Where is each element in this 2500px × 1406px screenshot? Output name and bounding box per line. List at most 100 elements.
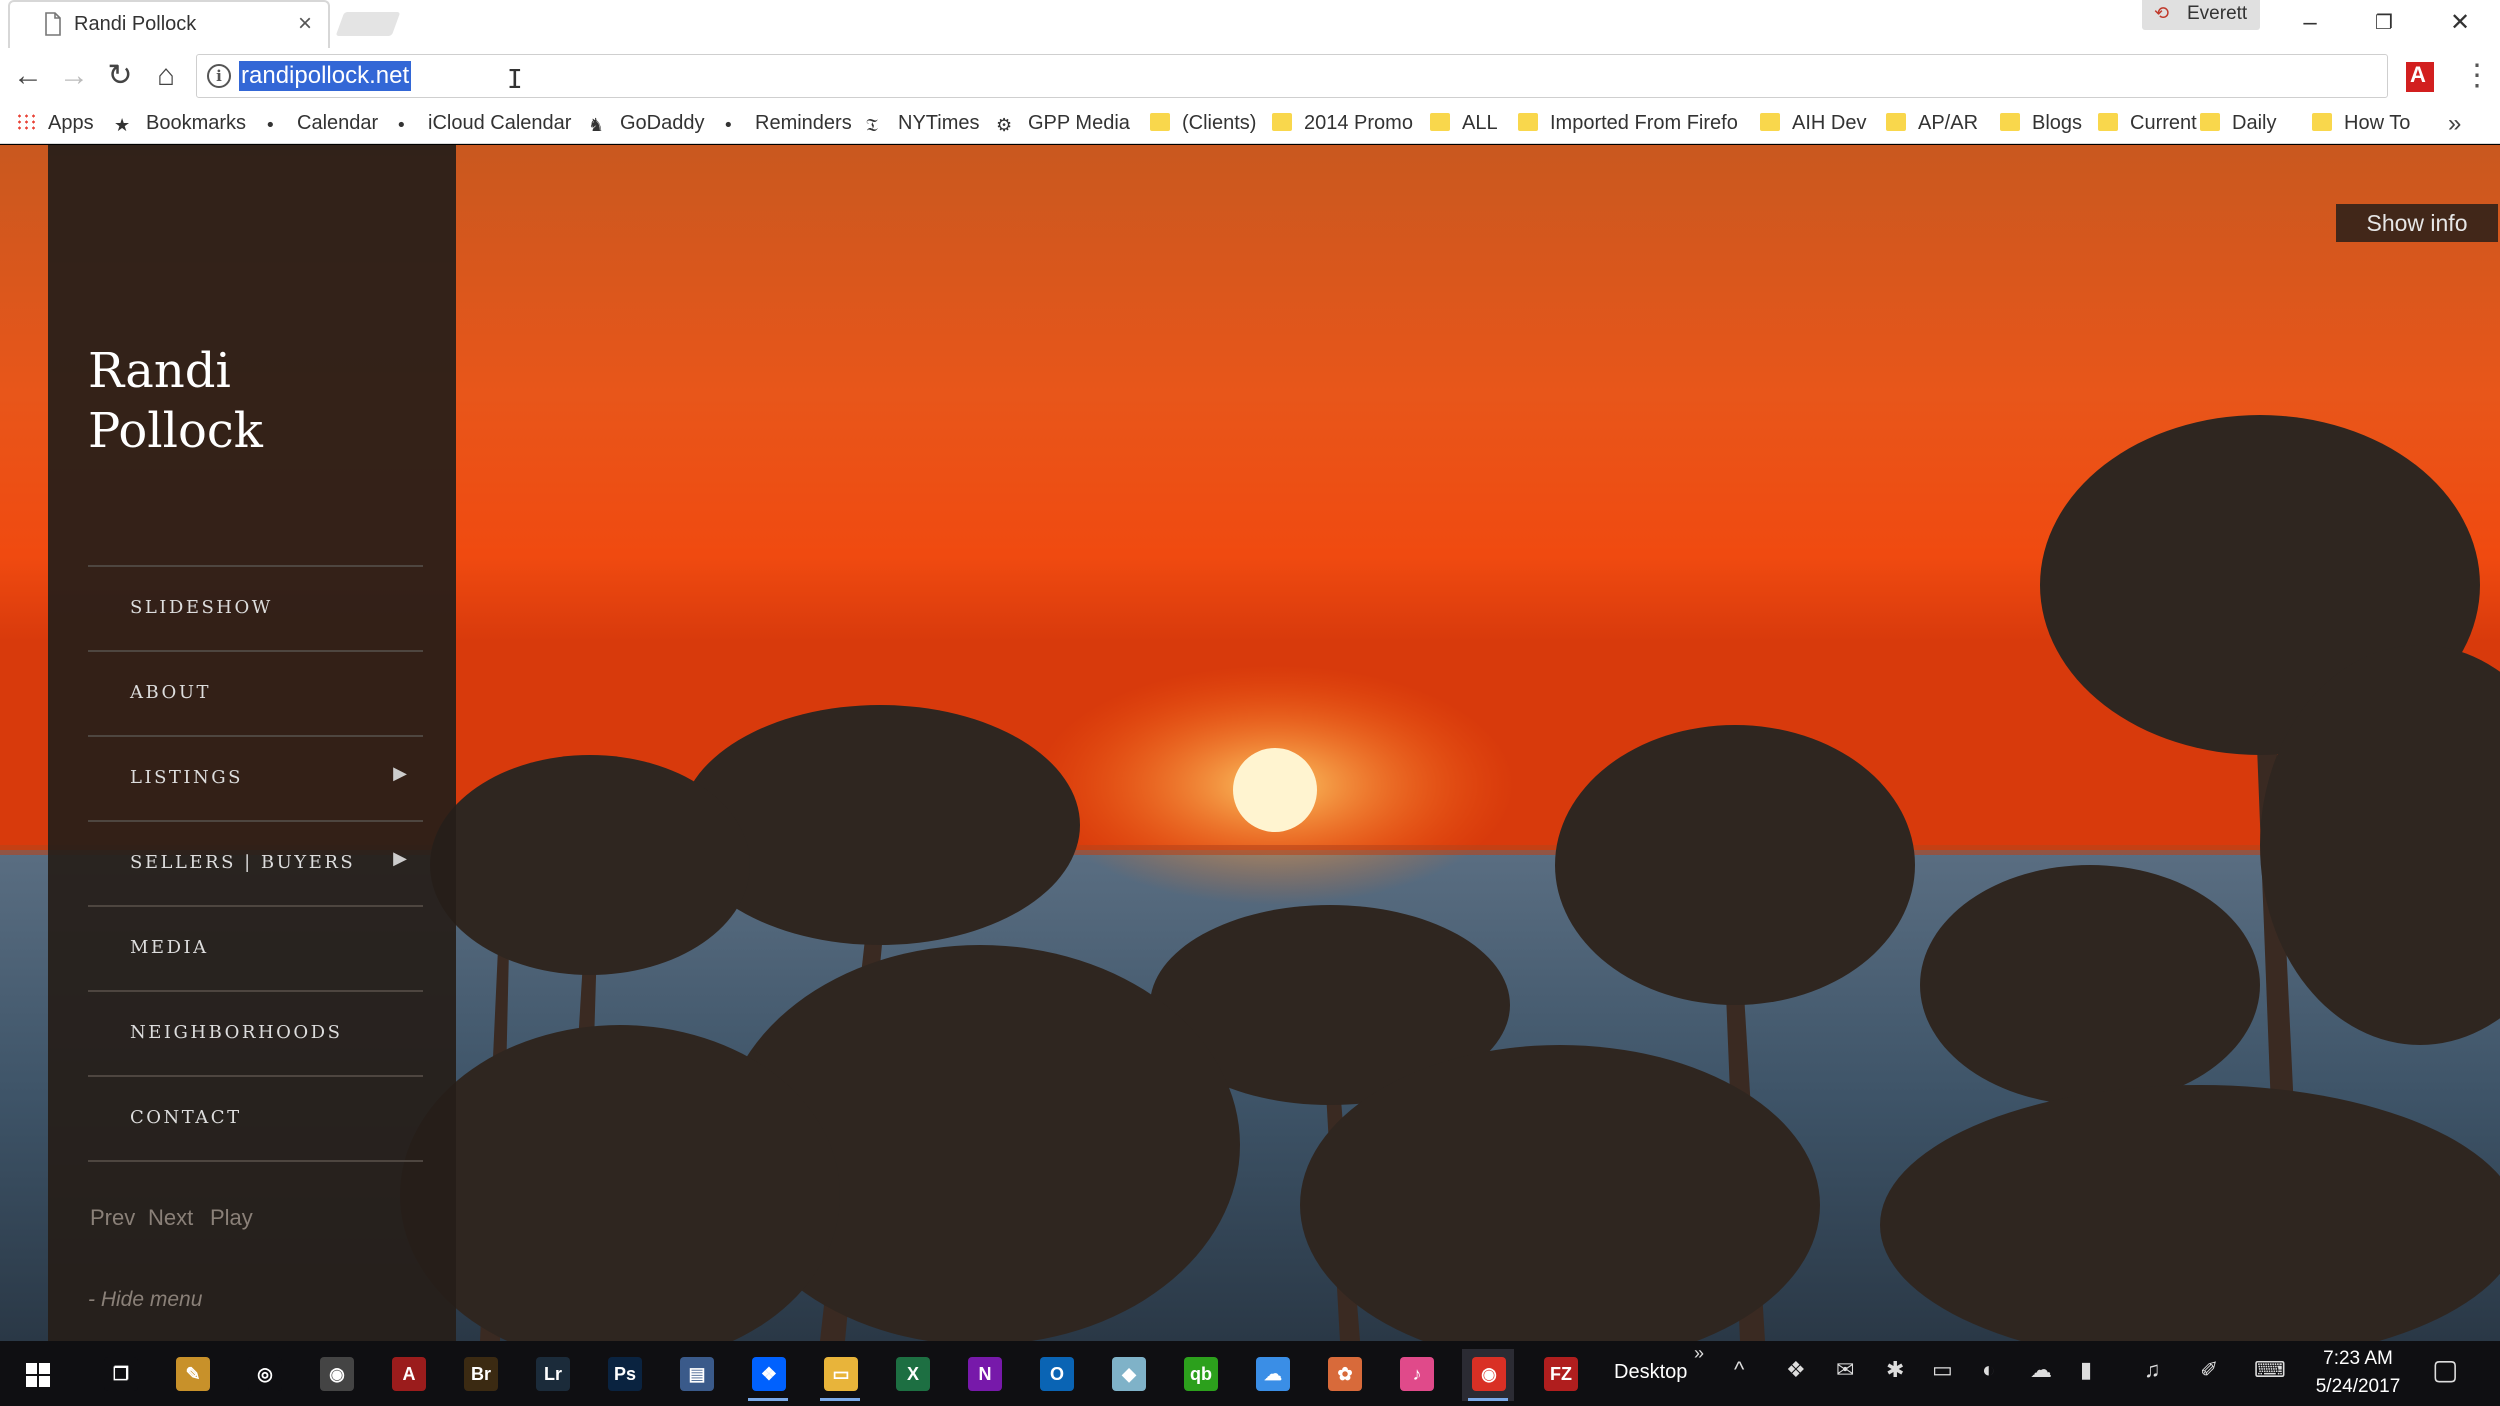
play-button[interactable]: Play [210,1205,253,1231]
taskbar-app-onenote[interactable]: N [958,1349,1010,1401]
bookmark-2[interactable]: • Calendar [265,112,378,140]
taskbar-app-filezilla[interactable]: FZ [1534,1349,1586,1401]
desktop-toolbar-label[interactable]: Desktop [1614,1361,1687,1384]
start-button[interactable] [12,1349,64,1401]
menu-item-slideshow[interactable]: SLIDESHOW [88,567,423,652]
system-clock[interactable]: 7:23 AM 5/24/2017 [2298,1345,2418,1401]
taskbar-app-dropbox[interactable]: ❖ [742,1349,794,1401]
url-text[interactable]: randipollock.net [239,61,412,91]
bookmark-0[interactable]: Apps [16,112,94,140]
bookmarks-overflow-icon[interactable]: » [2448,110,2461,138]
taskbar-app-camera[interactable]: ◉ [310,1349,362,1401]
taskbar-app-photos[interactable]: ✿ [1318,1349,1370,1401]
bookmark-16[interactable]: Daily [2200,112,2276,140]
menu-item-media[interactable]: MEDIA [88,907,423,992]
taskbar-app-acrobat[interactable]: A [382,1349,434,1401]
taskbar-app-outlook[interactable]: O [1030,1349,1082,1401]
bookmark-8[interactable]: (Clients) [1150,112,1256,140]
browser-toolbar: ← → ↻ ⌂ i randipollock.net I ☆ A ⋮ [0,48,2500,106]
bookmark-14[interactable]: Blogs [2000,112,2082,140]
close-window-button[interactable]: ✕ [2432,4,2488,42]
taskbar-app-file-explorer[interactable]: ▭ [814,1349,866,1401]
bookmark-label: Blogs [2032,112,2083,134]
outlook-tray-icon[interactable]: ✉ [1836,1357,1854,1383]
bookmark-label: Bookmarks [146,112,247,134]
taskbar-app-icloud[interactable]: ☁ [1246,1349,1298,1401]
taskbar-app-task-view[interactable]: ❐ [94,1349,146,1401]
taskbar-app-excel[interactable]: X [886,1349,938,1401]
browser-tab[interactable]: Randi Pollock × [8,0,330,48]
back-icon[interactable]: ← [8,56,48,96]
acrobat-extension-icon[interactable]: A [2406,62,2434,92]
menu-item-listings[interactable]: LISTINGS ▶ [88,737,423,822]
acrobat-extension-label: A [2410,62,2426,87]
bookmark-6[interactable]: 𝔗 NYTimes [866,112,979,140]
bookmark-1[interactable]: ★ Bookmarks [114,112,246,140]
show-info-button[interactable]: Show info [2336,204,2498,242]
pen-icon[interactable]: ✐ [2200,1357,2218,1383]
action-center-icon[interactable]: ▢ [2432,1353,2458,1386]
bookmark-11[interactable]: Imported From Firefo [1518,112,1738,140]
bookmark-label: Daily [2232,112,2277,134]
browser-menu-icon[interactable]: ⋮ [2462,58,2492,93]
restore-button[interactable]: ❐ [2356,4,2412,42]
volume-icon[interactable]: ♫ [2144,1357,2161,1383]
menu-item-sellers-buyers[interactable]: SELLERS | BUYERS ▶ [88,822,423,907]
bookmark-5[interactable]: • Reminders [723,112,852,140]
menu-item-contact[interactable]: CONTACT [88,1077,423,1162]
bookmark-7[interactable]: ⚙ GPP Media [996,112,1130,140]
show-hidden-icons-icon[interactable]: ^ [1734,1357,1744,1383]
taskbar-app-notes[interactable]: ◆ [1102,1349,1154,1401]
scanner-icon: ▤ [680,1357,714,1391]
address-bar[interactable]: i randipollock.net I ☆ [196,54,2388,98]
network-icon[interactable]: ▭ [1932,1357,1953,1383]
bookmark-12[interactable]: AIH Dev [1760,112,1866,140]
taskbar-app-quickbooks[interactable]: qb [1174,1349,1226,1401]
bookmark-4[interactable]: ♞ GoDaddy [588,112,705,140]
keyboard-icon[interactable]: ⌨ [2254,1357,2286,1383]
bookmark-9[interactable]: 2014 Promo [1272,112,1413,140]
new-tab-button[interactable] [335,12,401,36]
desktop-toolbar-chevron-icon[interactable]: » [1694,1343,1704,1364]
prev-button[interactable]: Prev [90,1205,135,1231]
profile-button[interactable]: ⟲ Everett [2142,0,2260,30]
site-title[interactable]: Randi Pollock [88,341,408,461]
minimize-button[interactable]: – [2282,4,2338,42]
next-button[interactable]: Next [148,1205,193,1231]
taskbar-app-groove[interactable]: ◎ [238,1349,290,1401]
taskbar-app-notepad[interactable]: ✎ [166,1349,218,1401]
taskbar-app-chrome[interactable]: ◉ [1462,1349,1514,1401]
bookmark-15[interactable]: Current [2098,112,2197,140]
photoshop-icon: Ps [608,1357,642,1391]
bookmark-10[interactable]: ALL [1430,112,1498,140]
bluetooth-icon[interactable]: ✱ [1886,1357,1904,1383]
hide-menu-link[interactable]: - Hide menu [88,1288,202,1312]
page-icon [45,12,61,36]
bookmark-label: How To [2344,112,2411,134]
menu-item-neighborhoods[interactable]: NEIGHBORHOODS [88,992,423,1077]
forward-icon[interactable]: → [54,56,94,96]
home-icon[interactable]: ⌂ [146,56,186,96]
excel-icon: X [896,1357,930,1391]
menu-item-about[interactable]: ABOUT [88,652,423,737]
taskbar-app-itunes[interactable]: ♪ [1390,1349,1442,1401]
onenote-icon: N [968,1357,1002,1391]
site-info-icon[interactable]: i [207,64,231,88]
taskbar-app-scanner[interactable]: ▤ [670,1349,722,1401]
taskbar-app-lightroom[interactable]: Lr [526,1349,578,1401]
bookmark-3[interactable]: • iCloud Calendar [396,112,571,140]
reload-icon[interactable]: ↻ [100,56,140,96]
dropbox-tray-icon[interactable]: ❖ [1786,1357,1806,1383]
sync-tray-icon[interactable]: ◐ [1982,1357,1995,1383]
bookmark-17[interactable]: How To [2312,112,2410,140]
battery-icon[interactable]: ▮ [2080,1357,2092,1383]
cloud-tray-icon[interactable]: ☁ [2030,1357,2052,1383]
bookmark-label: Imported From Firefo [1550,112,1738,134]
tab-close-icon[interactable]: × [298,10,312,38]
chrome-icon: ◉ [1472,1357,1506,1391]
bookmark-label: iCloud Calendar [428,112,572,134]
taskbar-app-bridge[interactable]: Br [454,1349,506,1401]
taskbar-app-photoshop[interactable]: Ps [598,1349,650,1401]
bookmark-13[interactable]: AP/AR [1886,112,1978,140]
text-cursor-icon: I [507,65,523,95]
